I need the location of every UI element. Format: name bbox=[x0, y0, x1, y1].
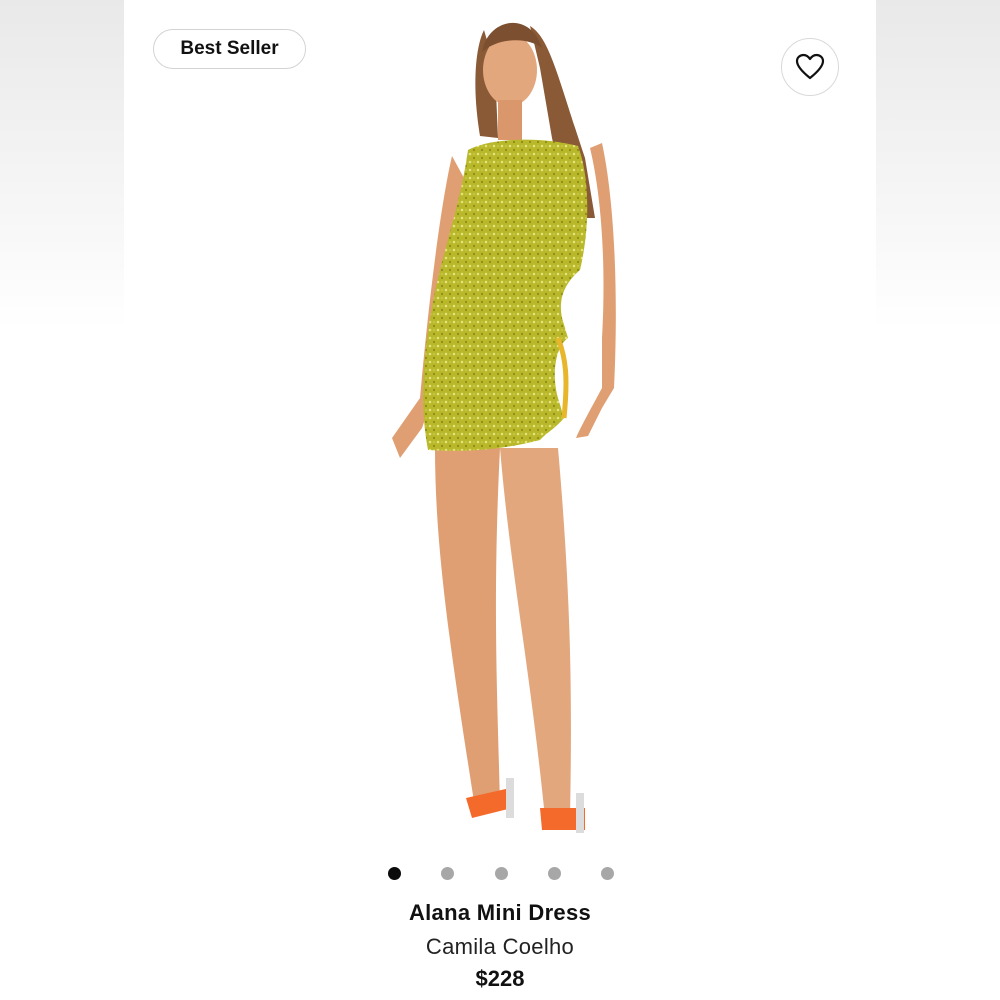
product-price: $228 bbox=[475, 966, 525, 991]
product-page: Best Seller Alana Mini Dress Camila Coel… bbox=[0, 0, 1000, 1000]
pagination-dot[interactable] bbox=[388, 866, 401, 880]
best-seller-badge: Best Seller bbox=[153, 29, 306, 69]
pagination-dot[interactable] bbox=[494, 866, 508, 880]
favorite-button[interactable] bbox=[781, 38, 839, 96]
product-photo[interactable] bbox=[380, 8, 630, 853]
badge-label: Best Seller bbox=[180, 38, 279, 59]
heart-icon bbox=[795, 53, 825, 80]
product-brand[interactable]: Camila Coelho bbox=[300, 934, 700, 960]
left-leg bbox=[435, 448, 500, 808]
image-pagination bbox=[388, 866, 614, 880]
pagination-dot[interactable] bbox=[441, 866, 455, 880]
product-name[interactable]: Alana Mini Dress bbox=[300, 900, 700, 926]
pagination-dot[interactable] bbox=[601, 866, 614, 880]
right-leg bbox=[500, 448, 571, 818]
pagination-dot[interactable] bbox=[547, 866, 561, 880]
